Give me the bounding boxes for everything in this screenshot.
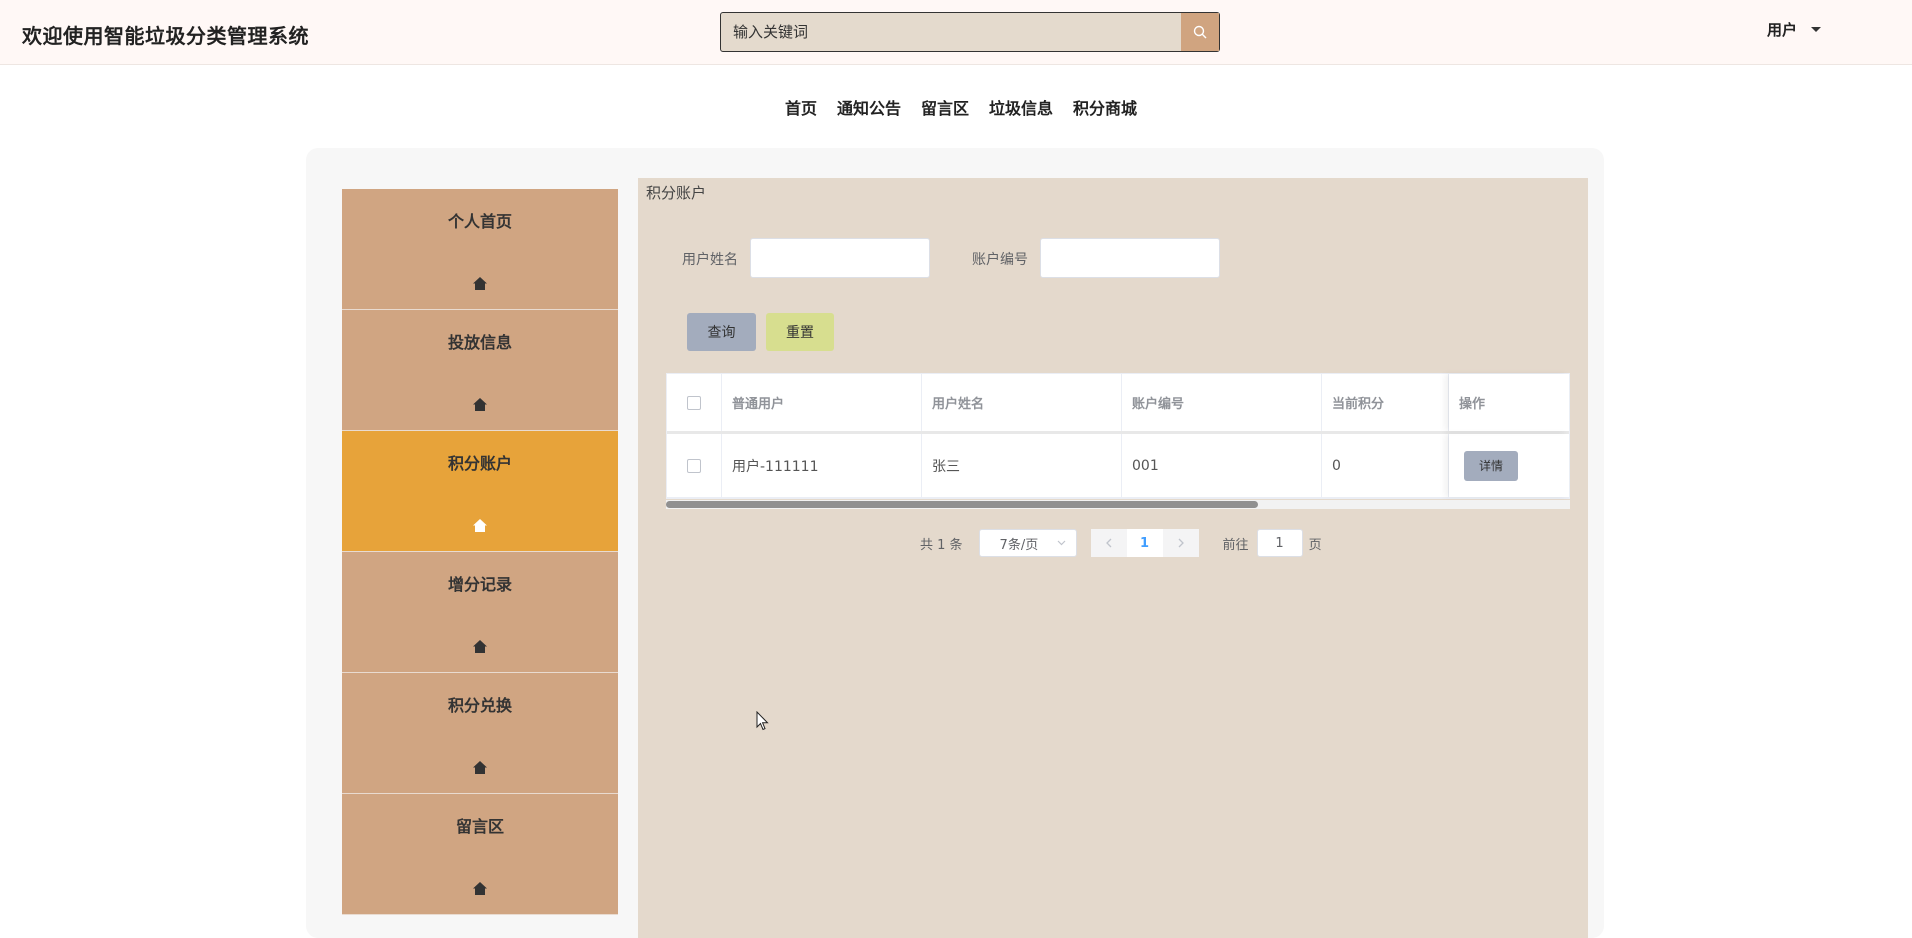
sidebar-item-label: 积分账户 [447, 454, 512, 473]
sidebar-item-points-exchange[interactable]: 积分兑换 [342, 673, 618, 794]
user-menu[interactable]: 用户 [1767, 19, 1822, 40]
sidebar-item-label: 增分记录 [447, 575, 512, 594]
top-nav: 首页 通知公告 留言区 垃圾信息 积分商城 [0, 95, 1912, 119]
sidebar-item-label: 留言区 [455, 817, 504, 836]
search-button[interactable] [1181, 13, 1219, 51]
name-label: 用户姓名 [682, 252, 738, 268]
nav-item-notices[interactable]: 通知公告 [837, 95, 901, 119]
chevron-down-icon [1057, 540, 1065, 546]
table-scrollbar-thumb[interactable] [666, 501, 1258, 508]
page-size-select[interactable]: 7条/页 [978, 529, 1077, 557]
page-title: 积分账户 [646, 184, 707, 202]
column-header: 普通用户 [722, 374, 922, 431]
sidebar-item-label: 投放信息 [447, 333, 512, 352]
nav-item-garbage-info[interactable]: 垃圾信息 [989, 95, 1053, 119]
chevron-right-icon [1178, 538, 1184, 548]
header: 欢迎使用智能垃圾分类管理系统 用户 [0, 0, 1912, 65]
query-button[interactable]: 查询 [687, 313, 756, 351]
sidebar-item-messages[interactable]: 留言区 [342, 794, 618, 915]
sidebar-item-points-account[interactable]: 积分账户 [342, 431, 618, 552]
goto-page-input[interactable]: 1 [1256, 529, 1303, 557]
cell-account: 001 [1122, 434, 1322, 497]
table-header-row: 普通用户 用户姓名 账户编号 当前积分 操作 [667, 374, 1569, 434]
pagination: 共 1 条 7条/页 1 前往 1 页 [920, 529, 1322, 557]
points-table: 普通用户 用户姓名 账户编号 当前积分 操作 用户-111111 张三 001 … [666, 373, 1570, 499]
column-header: 操作 [1449, 374, 1569, 431]
home-icon [473, 397, 487, 411]
search-box [720, 12, 1220, 52]
prev-page-button[interactable] [1090, 529, 1127, 557]
goto-suffix: 页 [1308, 537, 1322, 553]
name-input[interactable] [750, 238, 930, 278]
sidebar-item-disposal[interactable]: 投放信息 [342, 310, 618, 431]
home-icon [473, 881, 487, 895]
mouse-cursor-icon [756, 711, 769, 731]
cell-user: 用户-111111 [722, 434, 922, 497]
user-menu-label: 用户 [1767, 21, 1798, 39]
sidebar: 个人首页 投放信息 积分账户 增分记录 积分兑换 留言区 [342, 189, 618, 915]
search-icon [1193, 25, 1207, 39]
site-title: 欢迎使用智能垃圾分类管理系统 [22, 24, 309, 48]
nav-item-messages[interactable]: 留言区 [921, 95, 969, 119]
home-icon [473, 518, 487, 532]
detail-button[interactable]: 详情 [1464, 450, 1518, 481]
home-icon [473, 760, 487, 774]
cell-points: 0 [1322, 434, 1449, 497]
sidebar-item-label: 个人首页 [447, 212, 512, 231]
row-checkbox[interactable] [687, 458, 701, 473]
chevron-left-icon [1105, 538, 1112, 548]
cell-name: 张三 [922, 434, 1122, 497]
reset-button[interactable]: 重置 [766, 313, 834, 351]
header-checkbox-cell [667, 374, 722, 431]
column-header: 用户姓名 [922, 374, 1122, 431]
home-icon [473, 276, 487, 290]
page-size-value: 7条/页 [999, 537, 1039, 553]
goto-prefix: 前往 [1222, 537, 1249, 553]
sidebar-item-profile[interactable]: 个人首页 [342, 189, 618, 310]
row-checkbox-cell [667, 434, 722, 497]
column-header: 当前积分 [1322, 374, 1449, 431]
column-header: 账户编号 [1122, 374, 1322, 431]
caret-down-icon [1811, 27, 1822, 32]
account-label: 账户编号 [972, 252, 1028, 268]
sidebar-item-points-records[interactable]: 增分记录 [342, 552, 618, 673]
table-row: 用户-111111 张三 001 0 详情 [667, 434, 1569, 498]
select-all-checkbox[interactable] [687, 395, 701, 410]
nav-item-home[interactable]: 首页 [785, 95, 817, 119]
next-page-button[interactable] [1162, 529, 1199, 557]
cell-actions: 详情 [1449, 434, 1569, 497]
pagination-total: 共 1 条 [920, 537, 963, 553]
account-input[interactable] [1040, 238, 1220, 278]
page-number[interactable]: 1 [1126, 529, 1163, 557]
main-panel: 积分账户 用户姓名 账户编号 查询 重置 普通用户 用户姓名 账户编号 当前积分… [638, 178, 1588, 938]
nav-item-points-mall[interactable]: 积分商城 [1073, 95, 1137, 119]
search-input[interactable] [721, 13, 1181, 51]
home-icon [473, 639, 487, 653]
sidebar-item-label: 积分兑换 [447, 696, 512, 715]
